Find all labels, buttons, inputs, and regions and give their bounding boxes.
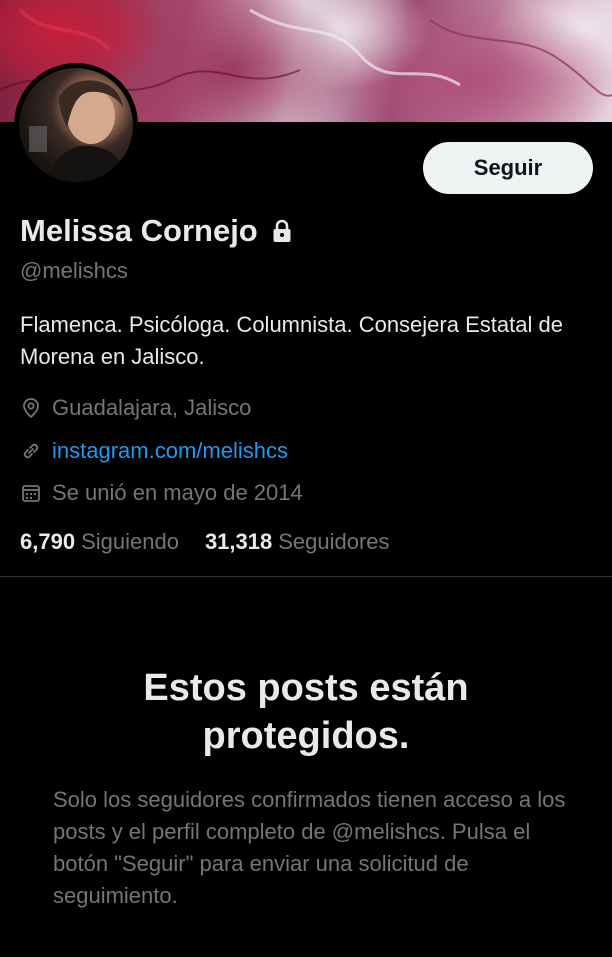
profile-location: Guadalajara, Jalisco: [20, 393, 251, 423]
profile-joined: Se unió en mayo de 2014: [20, 478, 303, 508]
joined-text: Se unió en mayo de 2014: [52, 480, 303, 505]
profile-name-row: Melissa Cornejo: [20, 212, 292, 250]
profile-name: Melissa Cornejo: [20, 213, 258, 248]
avatar-portrait: [29, 80, 129, 182]
website-link[interactable]: instagram.com/melishcs: [52, 438, 288, 464]
followers-count: 31,318: [204, 529, 273, 554]
divider: [0, 576, 612, 577]
link-icon: [20, 440, 42, 462]
protected-posts-title: Estos posts están protegidos.: [143, 667, 469, 757]
following-count: 6,790: [20, 529, 76, 554]
profile-bio: Flamenca. Psicóloga. Columnista. Conseje…: [20, 312, 563, 369]
protected-posts-description: Solo los seguidores confirmados tienen a…: [53, 787, 566, 908]
followers-label: Seguidores: [278, 529, 390, 554]
location-text: Guadalajara, Jalisco: [52, 395, 252, 420]
avatar-photo: [19, 68, 133, 182]
profile-stats: 6,790 Siguiendo 31,318 Seguidores: [20, 529, 390, 555]
calendar-icon: [20, 482, 42, 504]
profile-handle: @melishcs: [20, 258, 128, 283]
profile-website[interactable]: instagram.com/melishcs: [20, 436, 288, 466]
follow-button[interactable]: Seguir: [423, 142, 593, 194]
following-label: Siguiendo: [81, 529, 179, 554]
followers-stat[interactable]: 31,318 Seguidores: [205, 529, 390, 555]
following-stat[interactable]: 6,790 Siguiendo: [20, 529, 179, 555]
avatar[interactable]: [14, 63, 138, 187]
location-pin-icon: [20, 397, 42, 419]
lock-icon: [272, 219, 292, 243]
